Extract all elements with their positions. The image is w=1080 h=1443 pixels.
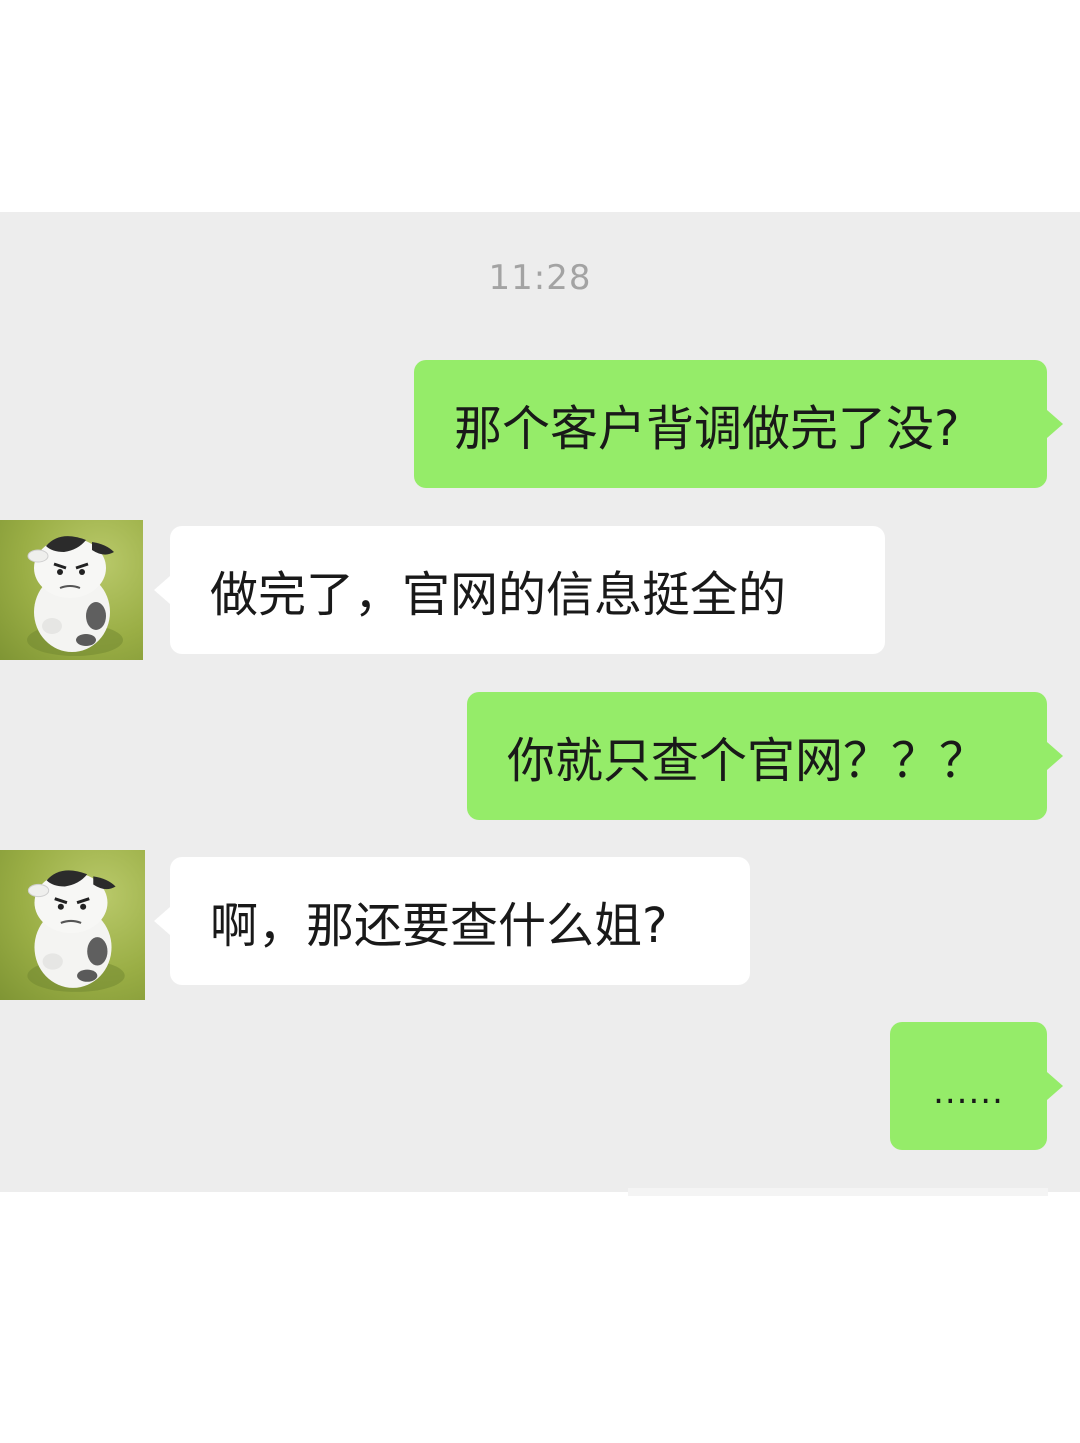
contact-avatar[interactable] <box>0 520 143 660</box>
message-timestamp: 11:28 <box>488 258 592 298</box>
outgoing-message-bubble[interactable]: 你就只查个官网？？？ <box>467 692 1063 820</box>
cow-character-avatar-icon <box>27 536 123 656</box>
contact-avatar[interactable] <box>0 850 145 1000</box>
bubble-tail <box>154 907 170 935</box>
bubble-tail <box>1047 742 1063 770</box>
cow-character-avatar-icon <box>27 870 125 992</box>
bubble-tail <box>1047 1072 1063 1100</box>
message-text: 做完了，官网的信息挺全的 <box>210 567 787 623</box>
partial-next-bubble <box>628 1188 1048 1196</box>
message-text: 那个客户背调做完了没? <box>454 401 960 457</box>
incoming-message-bubble[interactable]: 啊，那还要查什么姐? <box>154 857 750 985</box>
outgoing-message-bubble[interactable]: 那个客户背调做完了没? <box>414 360 1063 488</box>
outgoing-message-bubble[interactable]: ...... <box>890 1022 1063 1150</box>
incoming-message-bubble[interactable]: 做完了，官网的信息挺全的 <box>154 526 885 654</box>
message-text: 你就只查个官网？？？ <box>507 733 988 789</box>
bubble-tail <box>1047 410 1063 438</box>
chat-area: 11:28 那个客户背调做完了没? 做完了，官网的信息挺全的 你就只查个官网？？… <box>0 212 1080 1196</box>
bubble-tail <box>154 576 170 604</box>
message-text: ...... <box>933 1072 1004 1112</box>
message-text: 啊，那还要查什么姐? <box>210 898 668 954</box>
